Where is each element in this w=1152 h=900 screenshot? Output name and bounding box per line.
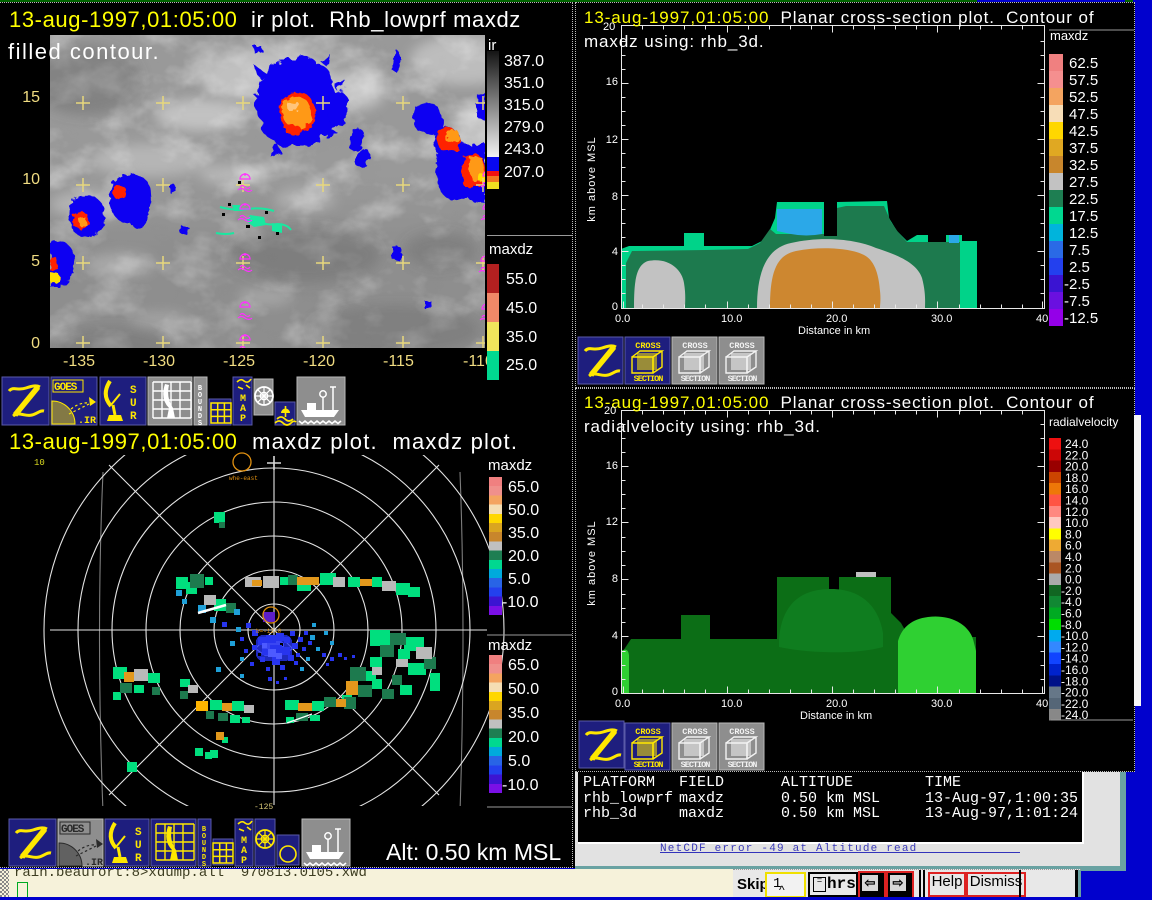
svg-text:-125: -125 <box>254 803 273 812</box>
svg-text:b=-12-0: b=-12-0 <box>256 628 282 635</box>
svg-text:10: 10 <box>34 458 45 468</box>
svg-text:whe-east: whe-east <box>229 475 258 482</box>
